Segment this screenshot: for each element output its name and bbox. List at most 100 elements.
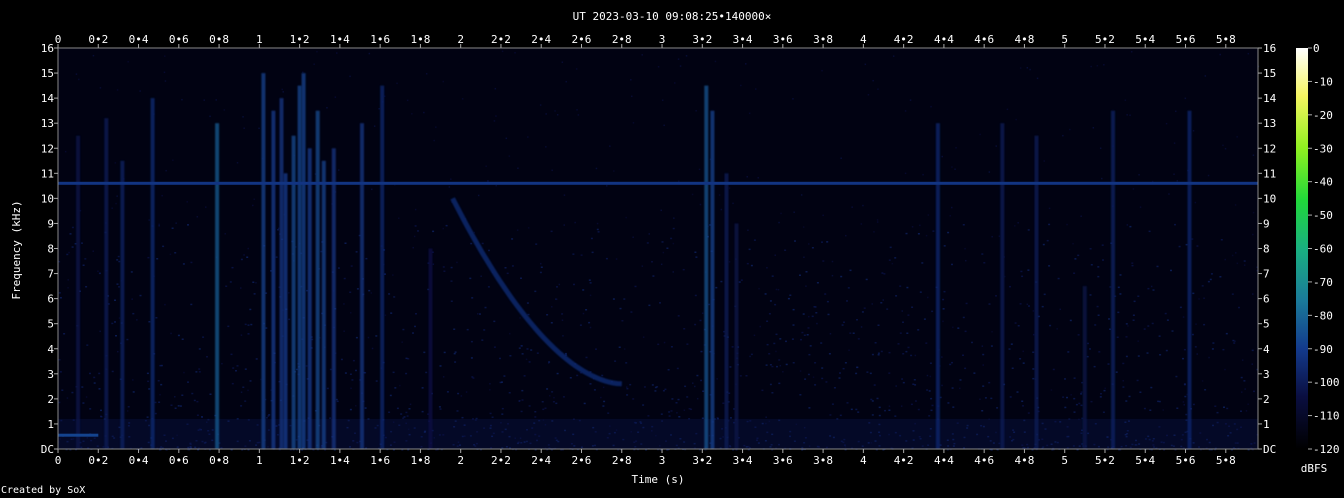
noise-speckle	[846, 300, 848, 302]
noise-speckle	[895, 385, 897, 387]
noise-speckle	[305, 365, 308, 367]
noise-speckle	[1240, 376, 1243, 379]
noise-speckle	[778, 221, 780, 224]
noise-speckle	[613, 170, 615, 172]
noise-speckle	[729, 366, 732, 368]
impulse-line	[724, 173, 729, 450]
x-tick-label: 4•4	[934, 454, 954, 467]
noise-speckle	[1147, 287, 1150, 290]
noise-speckle	[800, 338, 802, 341]
constant-tone-line	[58, 181, 1258, 185]
noise-speckle	[904, 172, 907, 175]
noise-speckle	[607, 412, 610, 414]
noise-speckle	[1087, 342, 1089, 345]
x-tick-label: 0•2	[88, 454, 108, 467]
noise-speckle	[792, 98, 794, 100]
noise-speckle	[394, 387, 397, 389]
noise-speckle	[981, 410, 984, 412]
noise-speckle	[1219, 276, 1222, 278]
noise-speckle	[864, 63, 867, 66]
noise-speckle	[355, 336, 358, 339]
noise-speckle	[240, 391, 243, 393]
noise-speckle	[851, 206, 853, 208]
noise-speckle	[625, 216, 627, 219]
x-tick-label: 3•6	[773, 33, 793, 46]
noise-speckle	[438, 406, 441, 408]
noise-speckle	[1204, 389, 1207, 391]
noise-speckle	[64, 150, 67, 153]
noise-speckle	[1220, 239, 1223, 241]
noise-speckle	[801, 331, 804, 334]
noise-speckle	[471, 297, 474, 299]
noise-speckle	[822, 260, 825, 262]
noise-speckle	[769, 383, 772, 386]
noise-speckle	[1089, 248, 1092, 250]
noise-speckle	[1057, 277, 1060, 280]
noise-speckle	[759, 325, 761, 328]
noise-speckle	[662, 390, 665, 392]
noise-speckle	[1075, 403, 1078, 406]
noise-speckle	[965, 302, 968, 305]
noise-speckle	[917, 329, 920, 331]
noise-speckle	[889, 246, 892, 249]
noise-speckle	[229, 281, 232, 283]
noise-speckle	[485, 165, 487, 167]
noise-speckle	[888, 259, 891, 261]
noise-speckle	[799, 394, 802, 396]
noise-speckle	[453, 352, 456, 355]
noise-speckle	[483, 329, 486, 331]
noise-speckle	[1176, 407, 1179, 409]
noise-speckle	[171, 227, 174, 229]
noise-speckle	[720, 208, 723, 211]
noise-speckle	[371, 347, 374, 350]
noise-speckle	[195, 371, 198, 373]
noise-speckle	[1096, 65, 1099, 67]
noise-speckle	[877, 354, 880, 356]
noise-speckle	[1194, 346, 1197, 348]
noise-speckle	[663, 124, 665, 127]
noise-speckle	[694, 323, 697, 326]
noise-speckle	[179, 405, 182, 407]
noise-speckle	[900, 405, 903, 407]
noise-speckle	[850, 408, 853, 411]
x-tick-label: 4•6	[974, 33, 994, 46]
noise-speckle	[471, 376, 474, 378]
noise-speckle	[111, 322, 114, 325]
noise-speckle	[1089, 348, 1091, 350]
noise-speckle	[814, 384, 817, 386]
noise-speckle	[667, 369, 670, 371]
x-tick-label: 1•8	[410, 33, 430, 46]
noise-speckle	[406, 415, 409, 417]
noise-speckle	[405, 372, 408, 375]
noise-speckle	[454, 351, 457, 353]
colorbar-tick-label: -120	[1313, 443, 1340, 456]
noise-speckle	[535, 243, 538, 245]
noise-speckle	[740, 84, 742, 87]
noise-speckle	[1072, 242, 1074, 245]
noise-speckle	[1231, 254, 1234, 257]
noise-speckle	[247, 247, 249, 250]
noise-speckle	[1166, 319, 1169, 321]
y-tick-label: 12	[1263, 142, 1276, 155]
x-tick-label: 5	[1061, 33, 1068, 46]
noise-speckle	[549, 395, 551, 397]
noise-speckle	[849, 332, 852, 334]
y-tick-label: 4	[1263, 343, 1270, 356]
noise-speckle	[1157, 400, 1160, 403]
x-tick-label: 5•2	[1095, 33, 1115, 46]
noise-speckle	[1223, 406, 1225, 408]
noise-speckle	[1073, 377, 1076, 379]
noise-speckle	[186, 201, 188, 203]
noise-speckle	[1212, 342, 1215, 344]
noise-speckle	[925, 234, 928, 237]
noise-speckle	[718, 194, 721, 196]
noise-speckle	[534, 290, 537, 293]
noise-speckle	[686, 343, 689, 345]
noise-speckle	[1185, 413, 1188, 416]
noise-speckle	[215, 99, 217, 101]
noise-speckle	[589, 282, 592, 284]
noise-speckle	[648, 304, 651, 307]
y-tick-label: 12	[41, 142, 54, 155]
noise-speckle	[775, 350, 777, 353]
noise-speckle	[503, 375, 506, 377]
